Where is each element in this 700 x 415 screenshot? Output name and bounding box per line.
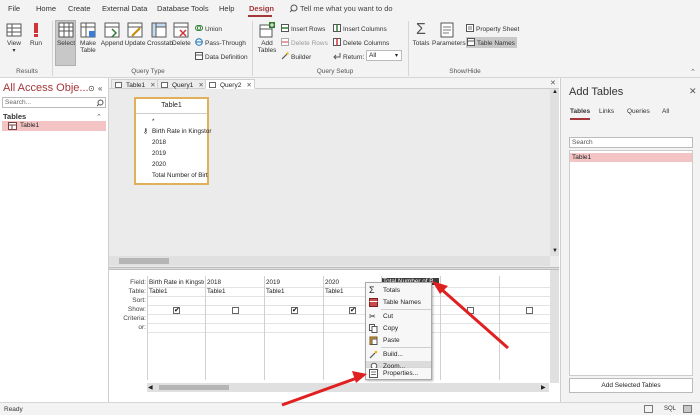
access-window: File Home Create External Data Database … [0,0,700,415]
arrow-to-field-cell [439,286,509,350]
annotation-arrows [281,281,509,407]
arrow-to-zoom-head [352,371,367,383]
arrow-to-zoom [281,376,358,407]
